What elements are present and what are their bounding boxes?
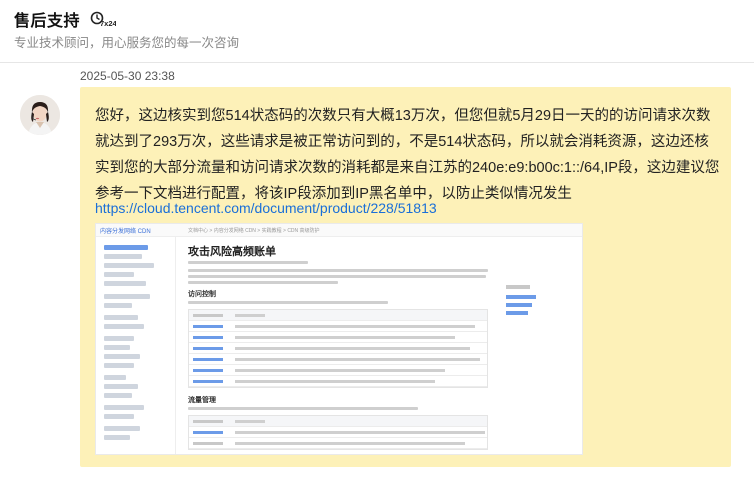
preview-side-line	[104, 384, 138, 389]
preview-text-line	[188, 301, 388, 304]
attached-screenshot[interactable]: 内容分发网络 CDN 文档中心 > 内容分发网络 CDN > 实践教程 > CD…	[95, 223, 583, 455]
preview-table-row	[189, 416, 487, 427]
preview-side-line	[104, 393, 132, 398]
preview-page-title: 攻击风险高频账单	[188, 246, 276, 258]
preview-text-line	[188, 275, 486, 278]
message-area[interactable]: 2025-05-30 23:38 您好，这边核实到您514状态码的次数只有大概1…	[0, 63, 754, 481]
preview-sidebar	[96, 237, 176, 454]
badge-text: 7x24	[100, 19, 116, 27]
preview-section-traffic: 流量管理	[188, 397, 216, 404]
preview-side-line	[104, 272, 134, 277]
message-bubble: 您好，这边核实到您514状态码的次数只有大概13万次，但您但就5月29日一天的的…	[80, 87, 731, 467]
preview-table-row	[189, 365, 487, 376]
preview-table-traffic	[188, 415, 488, 450]
title-row: 售后支持 7x24	[14, 7, 116, 31]
preview-side-line	[104, 263, 154, 268]
preview-side-line	[104, 281, 146, 286]
preview-table-row	[189, 343, 487, 354]
preview-side-line	[104, 315, 138, 320]
preview-table-row	[189, 332, 487, 343]
preview-table-row	[189, 321, 487, 332]
preview-section-access: 访问控制	[188, 291, 216, 298]
agent-avatar	[20, 95, 60, 135]
support-24h-icon: 7x24	[90, 11, 116, 27]
preview-nav-line	[506, 303, 532, 307]
preview-side-line	[104, 375, 126, 380]
preview-topbar: 内容分发网络 CDN 文档中心 > 内容分发网络 CDN > 实践教程 > CD…	[96, 224, 582, 237]
preview-side-line	[104, 245, 148, 250]
preview-nav-line	[506, 295, 536, 299]
preview-side-line	[104, 324, 144, 329]
preview-nav-line	[506, 285, 530, 289]
preview-right-nav	[498, 237, 582, 454]
preview-side-line	[104, 345, 130, 350]
preview-main: 攻击风险高频账单 访问控制 流量管理	[182, 237, 492, 454]
preview-nav-line	[506, 311, 528, 315]
preview-table-row	[189, 427, 487, 438]
preview-text-line	[188, 407, 418, 410]
preview-sidebar-brand: 内容分发网络 CDN	[100, 229, 151, 235]
preview-side-line	[104, 303, 132, 308]
preview-table-row	[189, 376, 487, 387]
preview-table-row	[189, 438, 487, 449]
preview-table-row	[189, 310, 487, 321]
page-title: 售后支持	[14, 13, 81, 30]
preview-table-row	[189, 354, 487, 365]
preview-breadcrumb: 文档中心 > 内容分发网络 CDN > 实践教程 > CDN 高级防护	[188, 228, 320, 234]
subtitle: 专业技术顾问，用心服务您的每一次咨询	[14, 36, 240, 50]
message-timestamp: 2025-05-30 23:38	[80, 69, 175, 83]
preview-side-line	[104, 354, 140, 359]
message-text: 您好，这边核实到您514状态码的次数只有大概13万次，但您但就5月29日一天的的…	[95, 108, 720, 202]
preview-side-line	[104, 426, 140, 431]
preview-side-line	[104, 294, 150, 299]
preview-text-line	[188, 269, 488, 272]
preview-side-line	[104, 363, 134, 368]
preview-side-line	[104, 254, 142, 259]
document-link[interactable]: https://cloud.tencent.com/document/produ…	[95, 200, 437, 216]
preview-side-line	[104, 435, 130, 440]
preview-side-line	[104, 414, 134, 419]
preview-table-access	[188, 309, 488, 388]
preview-side-line	[104, 405, 144, 410]
preview-text-line	[188, 261, 308, 264]
preview-text-line	[188, 281, 338, 284]
preview-side-line	[104, 336, 134, 341]
chat-header: 售后支持 7x24 专业技术顾问，用心服务您的每一次咨询	[0, 0, 754, 62]
